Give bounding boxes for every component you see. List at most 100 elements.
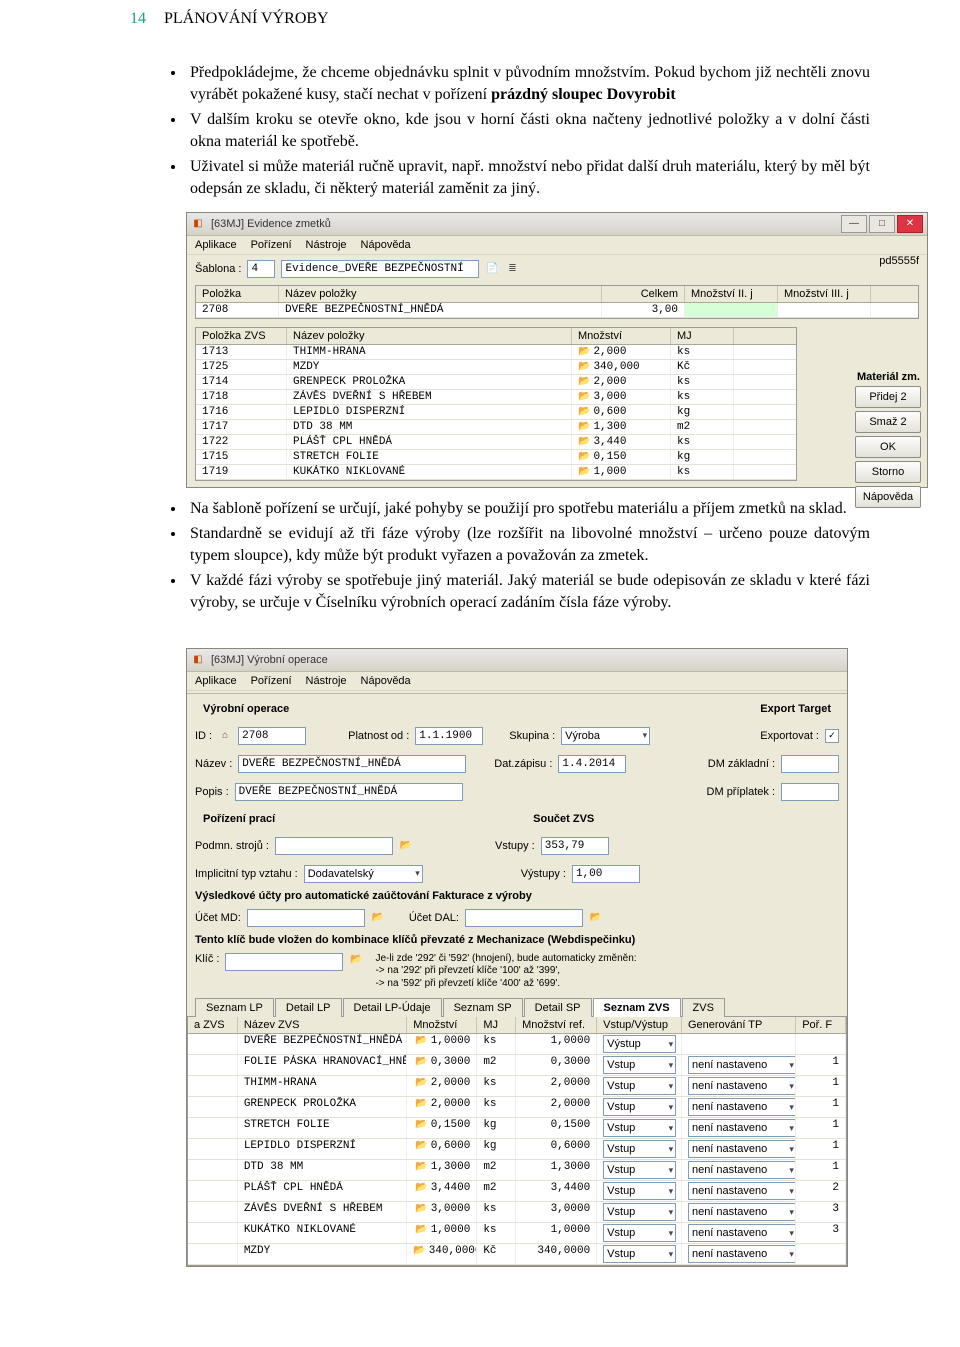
menu-porizeni[interactable]: Pořízení [251, 675, 292, 687]
table-row[interactable]: MZDY📂340,0000Kč340,0000Vstupnení nastave… [188, 1244, 846, 1265]
klic-input[interactable] [225, 953, 343, 971]
smaz-button[interactable]: Smaž 2 [855, 411, 921, 433]
table-row[interactable]: 1718ZÁVĚS DVEŘNÍ S HŘEBEM📂3,000ks [196, 390, 796, 405]
lock-icon: ⌂ [218, 729, 232, 743]
nazev-input[interactable]: DVEŘE BEZPEČNOSTNÍ_HNĚDÁ [238, 755, 466, 773]
implicit-select[interactable]: Dodavatelský [304, 865, 423, 883]
col-polozka[interactable]: Položka [196, 286, 279, 302]
col-mn2[interactable]: Množství II. j [685, 286, 778, 302]
list-item: V každé fázi výroby se spotřebuje jiný m… [186, 570, 870, 613]
table-row[interactable]: 1716LEPIDLO DISPERZNÍ📂0,600kg [196, 405, 796, 420]
table-row[interactable]: 1725MZDY📂340,000Kč [196, 360, 796, 375]
col[interactable]: Množství ref. [516, 1017, 597, 1033]
table-row[interactable]: 1717DTD 38 MM📂1,300m2 [196, 420, 796, 435]
datzap-input[interactable]: 1.4.2014 [558, 755, 626, 773]
ucetmd-label: Účet MD: [195, 912, 241, 924]
grid-zvs: a ZVSNázev ZVSMnožstvíMJMnožství ref.Vst… [187, 1016, 847, 1266]
menu-aplikace[interactable]: Aplikace [195, 675, 237, 687]
vstupy-label: Vstupy : [495, 840, 535, 852]
dmp-input[interactable] [781, 783, 839, 801]
popis-input[interactable]: DVEŘE BEZPEČNOSTNÍ_HNĚDÁ [235, 783, 463, 801]
col[interactable]: Název ZVS [238, 1017, 407, 1033]
sablona-id-input[interactable]: 4 [247, 260, 275, 278]
dmz-input[interactable] [781, 755, 839, 773]
export-checkbox[interactable]: ✓ [825, 729, 839, 743]
col-nazev[interactable]: Název položky [287, 328, 572, 344]
table-row[interactable]: FOLIE PÁSKA HRANOVACÍ_HNĚDÁ📂0,3000m20,30… [188, 1055, 846, 1076]
col[interactable]: Poř. F [796, 1017, 846, 1033]
ucetmd-input[interactable] [247, 909, 365, 927]
col[interactable]: Vstup/Výstup [597, 1017, 682, 1033]
open-icon[interactable]: 📂 [399, 839, 413, 853]
menu-napoveda[interactable]: Nápověda [361, 239, 411, 251]
tab-detail-lp[interactable]: Detail LP [275, 998, 342, 1017]
app-icon: ◧ [191, 653, 205, 667]
close-button[interactable]: ✕ [897, 215, 923, 233]
menu-aplikace[interactable]: Aplikace [195, 239, 237, 251]
titlebar[interactable]: ◧ [63MJ] Výrobní operace [187, 649, 847, 672]
table-row[interactable]: 1722PLÁŠŤ CPL HNĚDÁ📂3,440ks [196, 435, 796, 450]
tab-seznam-sp[interactable]: Seznam SP [443, 998, 523, 1017]
lookup-icon[interactable]: 📄 [485, 262, 499, 276]
tab-zvs[interactable]: ZVS [682, 998, 725, 1017]
col[interactable]: Množství [407, 1017, 477, 1033]
skupina-select[interactable]: Výroba [561, 727, 650, 745]
col-mn3[interactable]: Množství III. j [778, 286, 871, 302]
cell: 2708 [196, 303, 279, 317]
col[interactable]: a ZVS [188, 1017, 238, 1033]
col-mnozstvi[interactable]: Množství [572, 328, 671, 344]
table-row[interactable]: 2708 DVEŘE BEZPEČNOSTNÍ_HNĚDÁ 3,00 [196, 303, 918, 318]
window-title: [63MJ] Výrobní operace [211, 654, 843, 666]
col-nazev[interactable]: Název položky [279, 286, 602, 302]
table-row[interactable]: STRETCH FOLIE📂0,1500kg0,1500Vstupnení na… [188, 1118, 846, 1139]
col-celkem[interactable]: Celkem [602, 286, 685, 302]
col[interactable]: Generování TP [682, 1017, 796, 1033]
open-icon[interactable]: 📂 [371, 911, 385, 925]
id-label: ID : [195, 730, 212, 742]
section-vyrobni-operace: Výrobní operace [195, 701, 297, 717]
table-row[interactable]: THIMM-HRANA📂2,0000ks2,0000Vstupnení nast… [188, 1076, 846, 1097]
platnost-input[interactable]: 1.1.1900 [415, 727, 483, 745]
tab-seznam-lp[interactable]: Seznam LP [195, 998, 274, 1017]
tab-seznam-zvs[interactable]: Seznam ZVS [593, 998, 681, 1017]
col-zvs[interactable]: Položka ZVS [196, 328, 287, 344]
podmn-input[interactable] [275, 837, 393, 855]
menu-nastroje[interactable]: Nástroje [306, 675, 347, 687]
col-mj[interactable]: MJ [671, 328, 734, 344]
open-icon[interactable]: 📂 [349, 953, 363, 967]
klic-note: Je-li zde '292' či '592' (hnojení), bude… [369, 953, 636, 991]
implicit-label: Implicitní typ vztahu : [195, 868, 298, 880]
cell-editable[interactable] [685, 303, 778, 317]
maximize-button[interactable]: □ [869, 215, 895, 233]
table-row[interactable]: PLÁŠŤ CPL HNĚDÁ📂3,4400m23,4400Vstupnení … [188, 1181, 846, 1202]
table-row[interactable]: 1714GRENPECK PROLOŽKA📂2,000ks [196, 375, 796, 390]
export-label: Exportovat : [760, 730, 819, 742]
napoveda-button[interactable]: Nápověda [855, 486, 921, 508]
id-input[interactable]: 2708 [238, 727, 306, 745]
tab-detail-lp-daje[interactable]: Detail LP-Údaje [343, 998, 442, 1017]
table-row[interactable]: KUKÁTKO NIKLOVANÉ📂1,0000ks1,0000Vstupnen… [188, 1223, 846, 1244]
menu-nastroje[interactable]: Nástroje [306, 239, 347, 251]
menu-napoveda[interactable]: Nápověda [361, 675, 411, 687]
col[interactable]: MJ [477, 1017, 516, 1033]
table-row[interactable]: GRENPECK PROLOŽKA📂2,0000ks2,0000Vstupnen… [188, 1097, 846, 1118]
table-row[interactable]: ZÁVĚS DVEŘNÍ S HŘEBEM📂3,0000ks3,0000Vstu… [188, 1202, 846, 1223]
ucetdal-input[interactable] [465, 909, 583, 927]
table-row[interactable]: 1715STRETCH FOLIE📂0,150kg [196, 450, 796, 465]
options-icon[interactable]: ≣ [505, 262, 519, 276]
pridej-button[interactable]: Přidej 2 [855, 386, 921, 408]
tab-detail-sp[interactable]: Detail SP [524, 998, 592, 1017]
table-row[interactable]: 1719KUKÁTKO NIKLOVANÉ📂1,000ks [196, 465, 796, 480]
ok-button[interactable]: OK [855, 436, 921, 458]
menu-porizeni[interactable]: Pořízení [251, 239, 292, 251]
sablona-name-input[interactable]: Evidence_DVEŘE BEZPEČNOSTNÍ [281, 260, 479, 278]
minimize-button[interactable]: — [841, 215, 867, 233]
table-row[interactable]: DTD 38 MM📂1,3000m21,3000Vstupnení nastav… [188, 1160, 846, 1181]
cell: DVEŘE BEZPEČNOSTNÍ_HNĚDÁ [279, 303, 602, 317]
table-row[interactable]: 1713THIMM-HRANA📂2,000ks [196, 345, 796, 360]
storno-button[interactable]: Storno [855, 461, 921, 483]
open-icon[interactable]: 📂 [589, 911, 603, 925]
table-row[interactable]: LEPIDLO DISPERZNÍ📂0,6000kg0,6000Vstupnen… [188, 1139, 846, 1160]
table-row[interactable]: DVEŘE BEZPEČNOSTNÍ_HNĚDÁ📂1,0000ks1,0000V… [188, 1034, 846, 1055]
titlebar[interactable]: ◧ [63MJ] Evidence zmetků — □ ✕ [187, 213, 927, 236]
